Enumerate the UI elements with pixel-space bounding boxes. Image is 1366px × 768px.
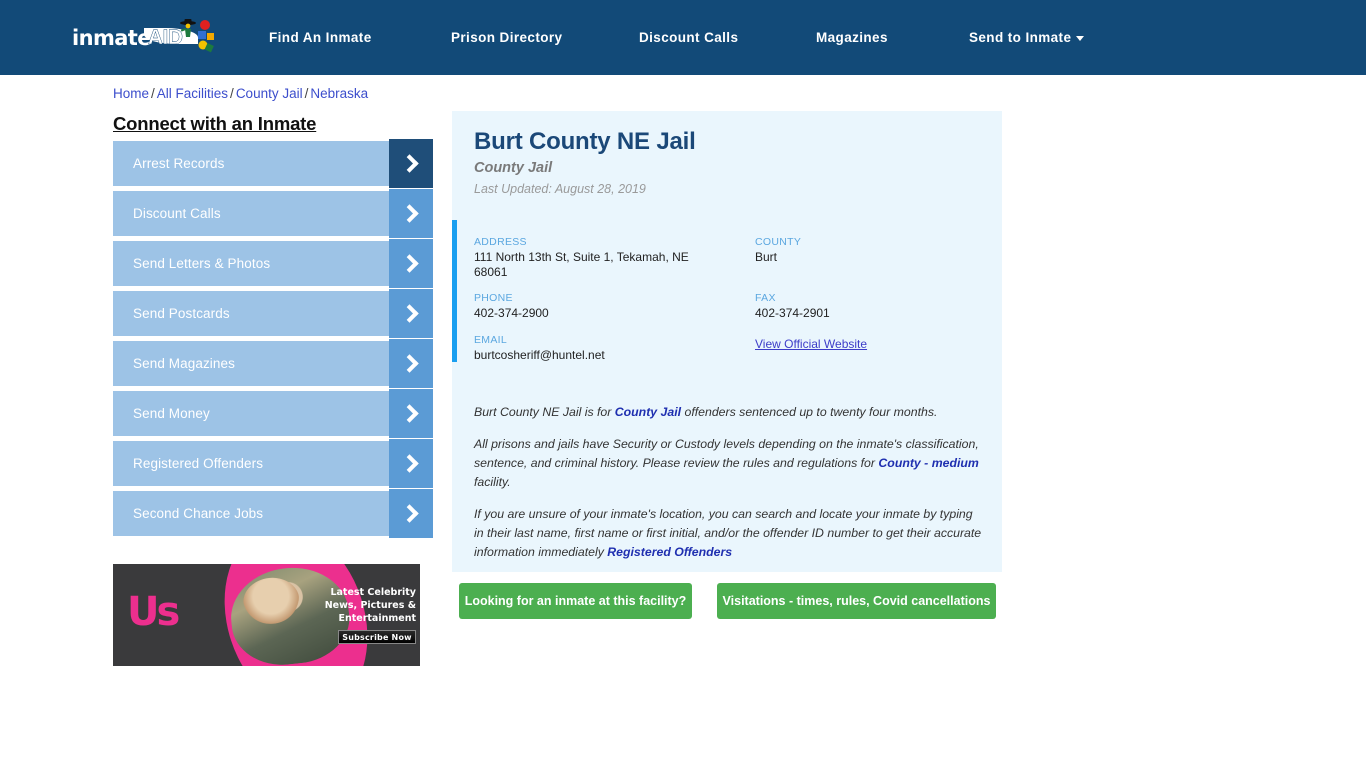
sidebar-item-label: Send Money	[133, 406, 210, 421]
sidebar-item-label: Send Postcards	[133, 306, 230, 321]
sidebar-item-send-money[interactable]: Send Money	[113, 389, 433, 438]
sidebar-item-label: Discount Calls	[133, 206, 221, 221]
email-label: EMAIL	[474, 333, 508, 346]
county-label: COUNTY	[755, 236, 802, 248]
sidebar-item-send-postcards[interactable]: Send Postcards	[113, 289, 433, 338]
advertisement-banner[interactable]: Us Latest Celebrity News, Pictures & Ent…	[113, 564, 420, 666]
facility-description: Burt County NE Jail is for County Jail o…	[474, 403, 984, 575]
county-value: Burt	[755, 250, 778, 264]
phone-value: 402-374-2900	[474, 306, 549, 320]
chevron-right-icon[interactable]	[389, 389, 433, 438]
sidebar-item-send-magazines[interactable]: Send Magazines	[113, 339, 433, 388]
ad-headline: Latest Celebrity News, Pictures & Entert…	[324, 587, 416, 624]
details-column-left: ADDRESS 111 North 13th St, Suite 1, Teka…	[474, 236, 704, 375]
sidebar-item-registered-offenders[interactable]: Registered Offenders	[113, 439, 433, 488]
sidebar-item-arrest-records[interactable]: Arrest Records	[113, 139, 433, 188]
ad-brand-logo: Us	[127, 589, 180, 635]
sidebar-item-label: Send Letters & Photos	[133, 256, 271, 271]
description-paragraph-3: If you are unsure of your inmate's locat…	[474, 505, 984, 562]
nav-item-send-to-inmate[interactable]: Send to Inmate	[969, 30, 1085, 45]
chevron-right-icon[interactable]	[389, 489, 433, 538]
logo-text-inmate: inmate	[72, 25, 151, 50]
address-label: ADDRESS	[474, 236, 527, 248]
sidebar-menu: Arrest Records Discount Calls Send Lette…	[113, 139, 433, 541]
chevron-right-icon[interactable]	[389, 289, 433, 338]
address-value: 111 North 13th St, Suite 1, Tekamah, NE …	[474, 250, 689, 279]
desc-p1-text-a: Burt County NE Jail is for	[474, 405, 615, 419]
fax-label: FAX	[755, 291, 776, 304]
details-column-right: COUNTY Burt FAX 402-374-2901 View Offici…	[755, 236, 985, 365]
nav-item-find-an-inmate[interactable]: Find An Inmate	[269, 30, 372, 45]
facility-type: County Jail	[474, 160, 553, 176]
sidebar-title: Connect with an Inmate	[113, 113, 317, 134]
chevron-down-icon	[1076, 35, 1085, 41]
logo-text-aid: AID	[143, 19, 214, 53]
sidebar-item-send-letters-photos[interactable]: Send Letters & Photos	[113, 239, 433, 288]
breadcrumb-item-county-jail[interactable]: County Jail	[236, 86, 303, 101]
chevron-right-icon[interactable]	[389, 189, 433, 238]
breadcrumb-separator-3: /	[304, 86, 309, 101]
chevron-right-icon[interactable]	[389, 139, 433, 188]
desc-p3-link-registered-offenders[interactable]: Registered Offenders	[607, 545, 732, 559]
desc-p2-text-b: facility.	[474, 475, 511, 489]
desc-p1-text-b: offenders sentenced up to twenty four mo…	[681, 405, 938, 419]
nav-item-prison-directory[interactable]: Prison Directory	[451, 30, 562, 45]
nav-item-discount-calls[interactable]: Discount Calls	[639, 30, 738, 45]
sidebar-item-label: Registered Offenders	[133, 456, 264, 471]
accent-bar	[452, 220, 457, 362]
breadcrumb-item-home[interactable]: Home	[113, 86, 149, 101]
last-updated-text: Last Updated: August 28, 2019	[474, 182, 646, 196]
inmate-search-button[interactable]: Looking for an inmate at this facility?	[459, 583, 692, 619]
chevron-right-icon[interactable]	[389, 339, 433, 388]
official-website-link[interactable]: View Official Website	[755, 337, 867, 351]
chevron-right-icon[interactable]	[389, 239, 433, 288]
sidebar-item-discount-calls[interactable]: Discount Calls	[113, 189, 433, 238]
phone-label: PHONE	[474, 292, 513, 304]
nav-item-magazines[interactable]: Magazines	[816, 30, 888, 45]
official-website-link-wrap: View Official Website	[755, 337, 985, 352]
logo-balloons-icon	[197, 20, 214, 53]
breadcrumb-separator-2: /	[230, 86, 234, 101]
ad-subscribe-button[interactable]: Subscribe Now	[338, 630, 416, 644]
breadcrumb-item-nebraska[interactable]: Nebraska	[310, 86, 368, 101]
page-title: Burt County NE Jail	[474, 128, 696, 155]
facility-info-card: Burt County NE Jail County Jail Last Upd…	[452, 111, 1002, 572]
description-paragraph-1: Burt County NE Jail is for County Jail o…	[474, 403, 984, 422]
sidebar-item-second-chance-jobs[interactable]: Second Chance Jobs	[113, 489, 433, 538]
desc-p2-link-county-medium[interactable]: County - medium	[878, 456, 978, 470]
sidebar-item-label: Arrest Records	[133, 156, 225, 171]
sidebar-item-label: Second Chance Jobs	[133, 506, 264, 521]
fax-value: 402-374-2901	[755, 305, 830, 320]
breadcrumb-item-all-facilities[interactable]: All Facilities	[157, 86, 228, 101]
breadcrumb-separator-1: /	[151, 86, 155, 101]
site-logo[interactable]: inmate AID	[72, 17, 214, 59]
chevron-right-icon[interactable]	[389, 439, 433, 488]
desc-p1-link-county-jail[interactable]: County Jail	[615, 405, 681, 419]
top-navigation-bar: inmate AID Find An Inmate Prison Directo…	[0, 0, 1366, 75]
sidebar-item-label: Send Magazines	[133, 356, 235, 371]
description-paragraph-2: All prisons and jails have Security or C…	[474, 435, 984, 492]
visitations-button[interactable]: Visitations - times, rules, Covid cancel…	[717, 583, 996, 619]
nav-item-send-to-inmate-label: Send to Inmate	[969, 30, 1072, 45]
email-value: burtcosheriff@huntel.net	[474, 347, 605, 362]
breadcrumb: Home / All Facilities / County Jail / Nebraska	[113, 86, 368, 101]
